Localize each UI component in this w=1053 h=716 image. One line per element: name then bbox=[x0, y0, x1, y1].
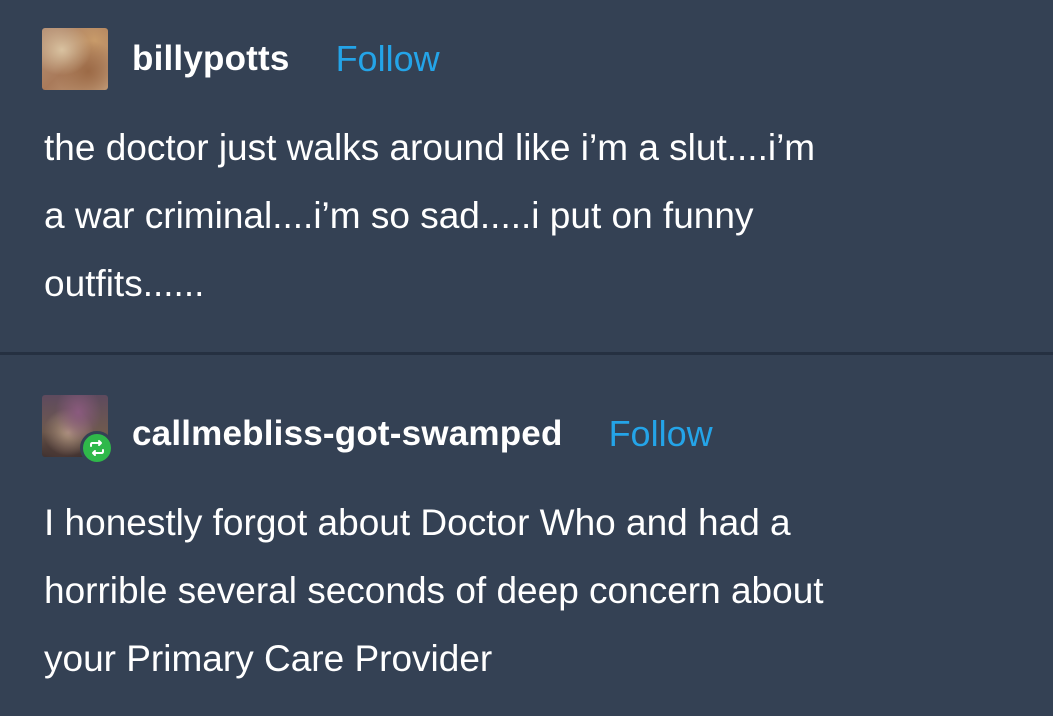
username[interactable]: callmebliss-got-swamped bbox=[132, 414, 563, 454]
post-text-line: your Primary Care Provider bbox=[44, 638, 493, 679]
post-header: billypotts Follow bbox=[42, 28, 440, 90]
post-body: the doctor just walks around like i’m a … bbox=[44, 114, 1034, 318]
post-text-line: outfits...... bbox=[44, 263, 205, 304]
post-body: I honestly forgot about Doctor Who and h… bbox=[44, 489, 1034, 693]
post-callmebliss: callmebliss-got-swamped Follow I honestl… bbox=[0, 355, 1053, 716]
reblog-icon bbox=[80, 431, 114, 465]
avatar-wrapper[interactable] bbox=[42, 28, 108, 90]
post-text-line: a war criminal....i’m so sad.....i put o… bbox=[44, 195, 754, 236]
post-text-line: I honestly forgot about Doctor Who and h… bbox=[44, 502, 791, 543]
follow-button[interactable]: Follow bbox=[609, 413, 713, 455]
post-billypotts: billypotts Follow the doctor just walks … bbox=[0, 0, 1053, 352]
avatar[interactable] bbox=[42, 28, 108, 90]
post-text-line: horrible several seconds of deep concern… bbox=[44, 570, 824, 611]
username[interactable]: billypotts bbox=[132, 39, 290, 79]
dashboard: { "posts": [ { "username": "billypotts",… bbox=[0, 0, 1053, 716]
post-header: callmebliss-got-swamped Follow bbox=[42, 395, 713, 465]
follow-button[interactable]: Follow bbox=[336, 38, 440, 80]
post-text-line: the doctor just walks around like i’m a … bbox=[44, 127, 816, 168]
avatar-wrapper[interactable] bbox=[42, 395, 114, 465]
